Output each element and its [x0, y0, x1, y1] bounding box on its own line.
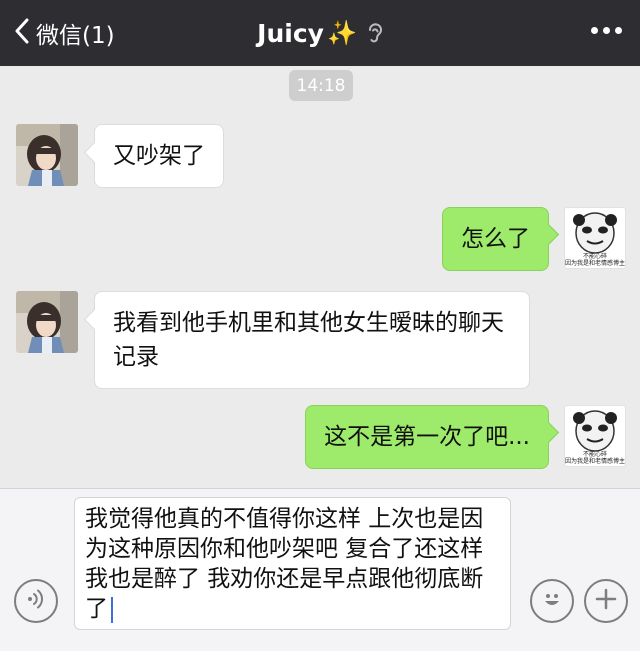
voice-icon [24, 587, 48, 615]
timestamp-badge: 14:18 [289, 70, 353, 101]
sticker-caption: 不能心碎 因为我是和老情感博主 [565, 253, 626, 267]
message-text: 这不是第一次了吧... [324, 424, 530, 450]
message-input-text: 我觉得他真的不值得你这样 上次也是因为这种原因你和他吵架吧 复合了还这样我也是醉… [85, 506, 484, 622]
contact-avatar[interactable] [16, 291, 78, 353]
chat-title: Juicy ✨ [0, 14, 640, 52]
sticker-caption: 不能心碎 因为我是和老情感博主 [565, 451, 626, 465]
contact-avatar[interactable] [16, 124, 78, 186]
emoji-button[interactable] [530, 579, 574, 623]
voice-button[interactable] [14, 579, 58, 623]
message-bubble-incoming[interactable]: 又吵架了 [94, 124, 224, 188]
nav-bar: 微信(1) Juicy ✨ [0, 0, 640, 66]
ear-icon [367, 22, 383, 44]
input-bar: 我觉得他真的不值得你这样 上次也是因为这种原因你和他吵架吧 复合了还这样我也是醉… [0, 488, 640, 651]
message-bubble-incoming[interactable]: 我看到他手机里和其他女生暧昧的聊天记录 [94, 291, 530, 389]
more-functions-button[interactable] [584, 579, 628, 623]
chat-title-text: Juicy [257, 18, 324, 48]
message-bubble-outgoing[interactable]: 这不是第一次了吧... [305, 405, 549, 469]
sparkle-emoji: ✨ [326, 19, 357, 47]
smiley-icon [539, 586, 565, 616]
user-avatar[interactable]: 不能心碎 因为我是和老情感博主 [564, 405, 626, 467]
more-dots-icon[interactable] [591, 27, 622, 34]
text-caret [111, 596, 113, 623]
message-bubble-outgoing[interactable]: 怎么了 [442, 207, 549, 271]
message-text: 又吵架了 [113, 143, 205, 169]
message-text: 我看到他手机里和其他女生暧昧的聊天记录 [113, 310, 504, 370]
plus-icon [594, 587, 618, 615]
message-input[interactable]: 我觉得他真的不值得你这样 上次也是因为这种原因你和他吵架吧 复合了还这样我也是醉… [74, 497, 511, 630]
user-avatar[interactable]: 不能心碎 因为我是和老情感博主 [564, 207, 626, 269]
message-text: 怎么了 [461, 226, 530, 252]
